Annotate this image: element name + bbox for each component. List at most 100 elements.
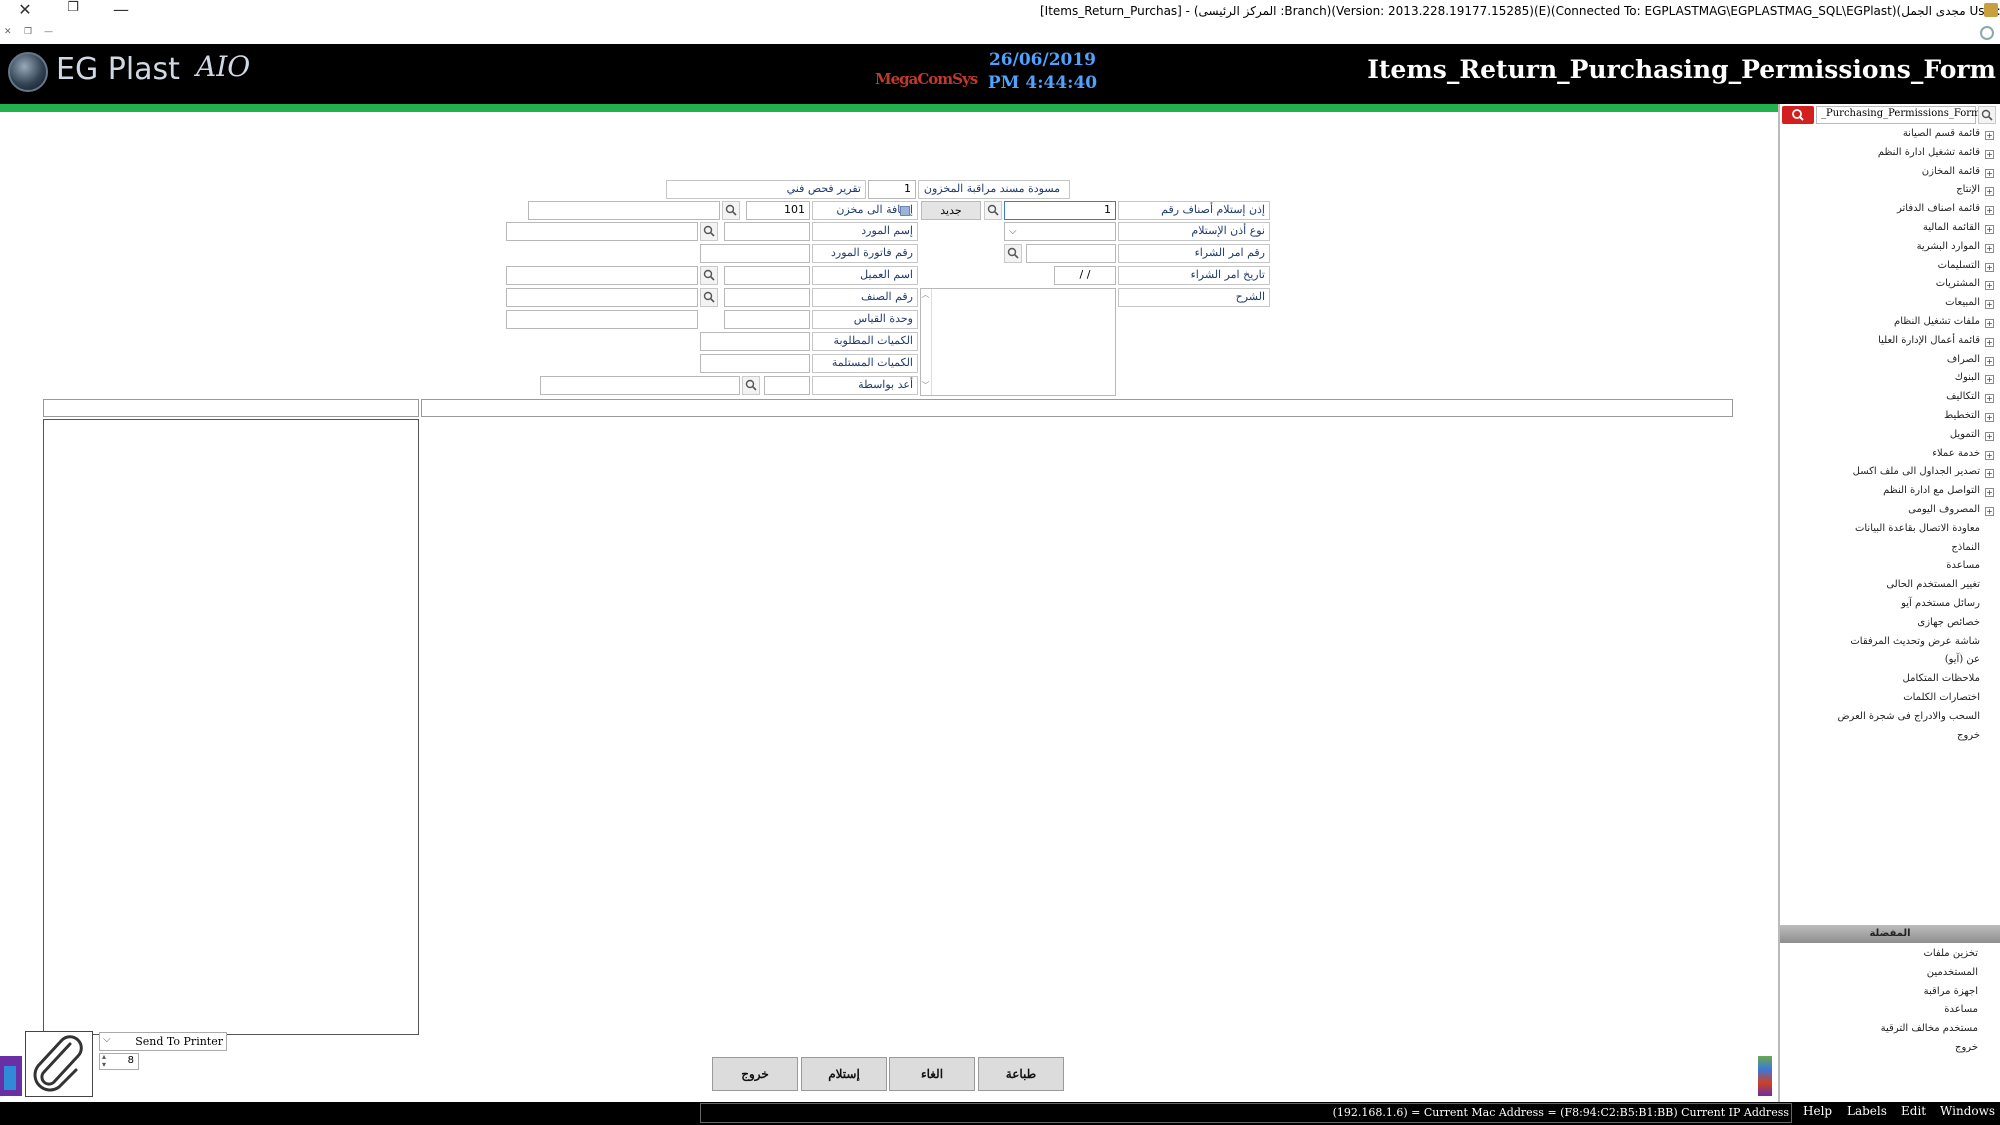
tree-item[interactable]: التواصل مع ادارة النظم + xyxy=(1782,485,1996,501)
print-button[interactable]: طباعة xyxy=(978,1057,1064,1091)
tree-item[interactable]: التسليمات + xyxy=(1782,260,1996,276)
search-supplier-icon[interactable] xyxy=(700,222,718,241)
expand-plus-icon[interactable]: + xyxy=(1985,300,1994,310)
permit-number-input[interactable]: 1 xyxy=(1004,201,1116,220)
qty-required-input[interactable] xyxy=(700,332,810,351)
notes-scrollbar[interactable]: ︿ ﹀ xyxy=(920,289,932,395)
favorite-item[interactable]: مساعدة xyxy=(1944,1004,1978,1015)
tree-item[interactable]: ملاحظات المتكامل xyxy=(1782,673,1996,689)
new-button[interactable]: جديد xyxy=(921,201,981,220)
tree-item[interactable]: ملفات تشغيل النظام + xyxy=(1782,316,1996,332)
expand-plus-icon[interactable]: + xyxy=(1985,262,1994,272)
minimize-window-button[interactable]: — xyxy=(110,0,132,20)
scroll-up-icon[interactable]: ︿ xyxy=(920,289,931,300)
sidebar-search-go-icon[interactable] xyxy=(1978,106,1996,124)
tree-item[interactable]: اختصارات الكلمات xyxy=(1782,692,1996,708)
expand-plus-icon[interactable]: + xyxy=(1985,206,1994,216)
po-number-input[interactable] xyxy=(1026,244,1116,263)
menu-edit[interactable]: Edit xyxy=(1901,1104,1926,1118)
tree-item[interactable]: عن (آيو) xyxy=(1782,654,1996,670)
tree-item[interactable]: المصروف اليومى + xyxy=(1782,504,1996,520)
mdi-close-button[interactable]: ✕ xyxy=(4,27,12,37)
favorite-item[interactable]: المستخدمين xyxy=(1927,967,1978,978)
tree-item[interactable]: مساعدة xyxy=(1782,560,1996,576)
tree-item[interactable]: خدمة عملاء + xyxy=(1782,448,1996,464)
search-customer-icon[interactable] xyxy=(700,266,718,285)
tree-item[interactable]: النماذج xyxy=(1782,542,1996,558)
unit-input[interactable] xyxy=(724,310,810,329)
sidebar-search-button[interactable] xyxy=(1782,106,1814,124)
expand-plus-icon[interactable]: + xyxy=(1985,469,1994,479)
search-po-icon[interactable] xyxy=(1004,244,1022,263)
attachment-button[interactable] xyxy=(25,1031,93,1097)
menu-labels[interactable]: Labels xyxy=(1847,1104,1887,1118)
qty-received-input[interactable] xyxy=(700,354,810,373)
search-permit-icon[interactable] xyxy=(984,201,1002,220)
tree-item[interactable]: قائمة اصناف الدفاتر + xyxy=(1782,203,1996,219)
expand-plus-icon[interactable]: + xyxy=(1985,319,1994,328)
tree-item[interactable]: قائمة أعمال الإدارة العليا + xyxy=(1782,335,1996,351)
expand-plus-icon[interactable]: + xyxy=(1985,507,1994,516)
scroll-down-icon[interactable]: ﹀ xyxy=(920,380,931,391)
expand-plus-icon[interactable]: + xyxy=(1985,450,1994,460)
expand-plus-icon[interactable]: + xyxy=(1985,375,1994,385)
favorite-item[interactable]: تخزين ملفات xyxy=(1923,948,1978,959)
store-number-input[interactable]: 101 xyxy=(746,201,810,220)
tree-item[interactable]: رسائل مستخدم آيو xyxy=(1782,598,1996,614)
sidebar-search-input[interactable]: _Purchasing_Permissions_Form xyxy=(1816,106,1981,124)
favorite-item[interactable]: مستخدم مخالف الترقية xyxy=(1881,1023,1978,1034)
menu-windows[interactable]: Windows xyxy=(1940,1104,1995,1118)
copies-spinner[interactable]: ▴ ▾ 8 xyxy=(99,1053,139,1070)
expand-plus-icon[interactable]: + xyxy=(1985,187,1994,197)
tree-item[interactable]: المبيعات + xyxy=(1782,297,1996,313)
stock-draft-number[interactable]: 1 xyxy=(868,180,916,199)
tree-item[interactable]: شاشة عرض وتحديث المرفقات xyxy=(1782,636,1996,652)
customer-code-input[interactable] xyxy=(724,266,810,285)
gear-icon[interactable] xyxy=(1980,26,1994,40)
expand-plus-icon[interactable]: + xyxy=(1985,431,1994,441)
tree-item[interactable]: التخطيط + xyxy=(1782,410,1996,426)
po-date-input[interactable]: / / xyxy=(1054,266,1116,285)
expand-plus-icon[interactable]: + xyxy=(1985,488,1994,498)
search-prepared-by-icon[interactable] xyxy=(742,376,760,395)
mdi-restore-button[interactable]: ❐ xyxy=(24,27,32,37)
tree-item[interactable]: قائمة قسم الصيانة + xyxy=(1782,128,1996,144)
spinner-arrows-icon[interactable]: ▴ ▾ xyxy=(102,1053,106,1069)
tree-item[interactable]: السحب والادراج فى شجرة العرض xyxy=(1782,711,1996,727)
expand-plus-icon[interactable]: + xyxy=(1985,168,1994,178)
tree-item[interactable]: تصدير الجداول الى ملف اكسل + xyxy=(1782,466,1996,482)
receive-type-select[interactable]: ⌵ xyxy=(1004,222,1116,241)
receive-button[interactable]: إستلام xyxy=(801,1057,887,1091)
prepared-by-code-input[interactable] xyxy=(764,376,810,395)
tree-item[interactable]: معاودة الاتصال بقاعدة البيانات xyxy=(1782,523,1996,539)
close-window-button[interactable]: ✕ xyxy=(14,0,36,20)
cancel-button[interactable]: الغاء xyxy=(889,1057,975,1091)
tree-item[interactable]: القائمة المالية + xyxy=(1782,222,1996,238)
favorite-item[interactable]: اجهزة مراقبة xyxy=(1924,986,1978,997)
expand-plus-icon[interactable]: + xyxy=(1985,356,1994,366)
tree-item[interactable]: خصائص جهازى xyxy=(1782,617,1996,633)
restore-window-button[interactable]: ❐ xyxy=(62,0,84,20)
expand-plus-icon[interactable]: + xyxy=(1985,243,1994,253)
tree-item[interactable]: الموارد البشرية + xyxy=(1782,241,1996,257)
print-destination-select[interactable]: ⌵ Send To Printer xyxy=(99,1032,227,1051)
tree-item[interactable]: قائمة تشغيل ادارة النظم + xyxy=(1782,147,1996,163)
search-store-icon[interactable] xyxy=(722,201,740,220)
tree-item[interactable]: المشتريات + xyxy=(1782,278,1996,294)
mdi-minimize-button[interactable]: — xyxy=(44,27,53,37)
supplier-invoice-input[interactable] xyxy=(700,244,810,263)
store-checkbox[interactable] xyxy=(900,206,910,216)
tree-item[interactable]: الإنتاج + xyxy=(1782,184,1996,200)
supplier-code-input[interactable] xyxy=(724,222,810,241)
expand-plus-icon[interactable]: + xyxy=(1985,337,1994,347)
search-item-icon[interactable] xyxy=(700,288,718,307)
exit-button[interactable]: خروج xyxy=(712,1057,798,1091)
left-grid-list[interactable] xyxy=(43,419,419,1035)
menu-help[interactable]: Help xyxy=(1803,1104,1832,1118)
tree-item[interactable]: قائمة المخازن + xyxy=(1782,166,1996,182)
expand-plus-icon[interactable]: + xyxy=(1985,149,1994,159)
tree-item[interactable]: البنوك + xyxy=(1782,372,1996,388)
expand-plus-icon[interactable]: + xyxy=(1985,413,1994,422)
tree-item[interactable]: تغيير المستخدم الحالى xyxy=(1782,579,1996,595)
favorite-item[interactable]: خروج xyxy=(1955,1042,1978,1053)
